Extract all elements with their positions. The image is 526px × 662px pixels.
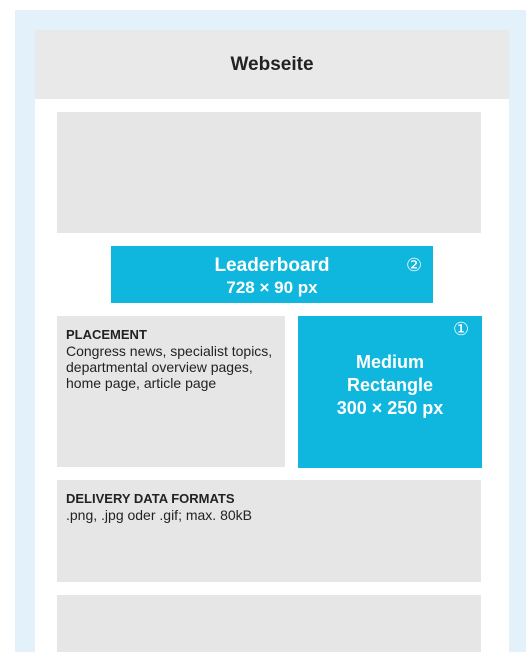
content-placeholder-top (57, 112, 481, 233)
website-title: Webseite (230, 53, 314, 75)
medium-rectangle-size: 300 × 250 px (336, 398, 444, 418)
medium-rectangle-ad-slot: ① Medium Rectangle 300 × 250 px (298, 316, 482, 468)
medium-rectangle-number-marker: ① (453, 319, 470, 339)
medium-rectangle-label-line1: Medium (355, 352, 424, 372)
leaderboard-ad-slot: Leaderboard 728 × 90 px ② (111, 246, 433, 303)
website-mockup: Webseite Leaderboard 728 × 90 px ② PLACE… (35, 30, 509, 652)
leaderboard-size: 728 × 90 px (226, 278, 318, 297)
placement-info-box: PLACEMENT Congress news, specialist topi… (57, 316, 285, 467)
delivery-heading: DELIVERY DATA FORMATS (66, 491, 235, 506)
leaderboard-label: Leaderboard (214, 255, 330, 276)
medium-rectangle-label-line2: Rectangle (346, 375, 434, 395)
delivery-text: .png, .jpg oder .gif; max. 80kB (66, 507, 252, 523)
placement-text: Congress news, specialist topics, depart… (66, 343, 273, 391)
delivery-formats-box: DELIVERY DATA FORMATS .png, .jpg oder .g… (57, 480, 481, 582)
website-header: Webseite (35, 30, 509, 99)
content-placeholder-bottom (57, 595, 481, 652)
placement-heading: PLACEMENT (66, 327, 147, 342)
leaderboard-number-marker: ② (406, 255, 423, 275)
